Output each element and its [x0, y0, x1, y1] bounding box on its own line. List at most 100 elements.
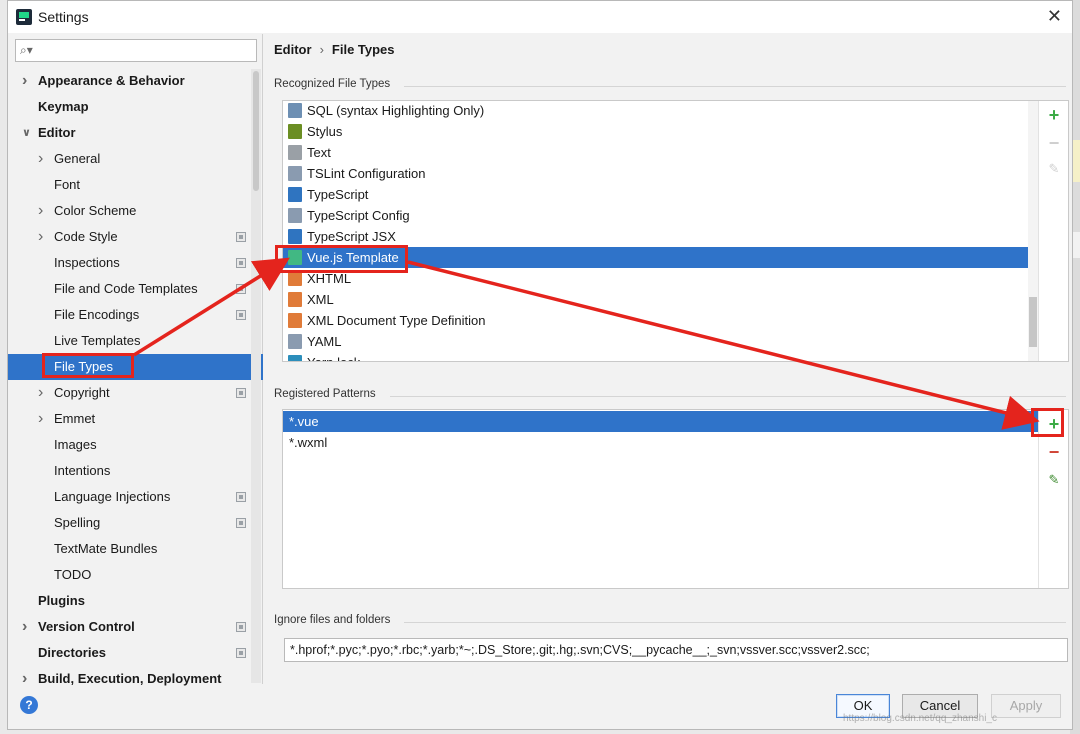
breadcrumb-current: File Types — [331, 42, 395, 57]
stylus-file-icon — [288, 124, 302, 139]
sidebar-item-keymap[interactable]: Keymap — [8, 94, 263, 120]
sidebar-item-images[interactable]: Images — [8, 432, 263, 458]
file-type-label: TypeScript JSX — [307, 229, 396, 244]
sidebar-item-emmet[interactable]: › Emmet — [8, 406, 263, 432]
settings-search-input[interactable]: ⌕▾ — [15, 39, 257, 62]
remove-pattern-icon[interactable]: − — [1046, 443, 1062, 461]
sidebar-item-font[interactable]: Font — [8, 172, 263, 198]
config-file-icon — [288, 166, 302, 181]
settings-dialog: Settings ✕ ⌕▾ › Appearance & Behavior Keym… — [7, 0, 1073, 730]
sidebar-item-spelling[interactable]: Spelling — [8, 510, 263, 536]
sidebar-item-label: Emmet — [54, 411, 96, 426]
file-type-item[interactable]: Yarn.lock — [283, 352, 1039, 361]
sidebar-item-inspections[interactable]: Inspections — [8, 250, 263, 276]
registered-patterns-list[interactable]: *.vue *.wxml + − ✎ — [282, 409, 1069, 589]
file-type-label: TypeScript Config — [307, 208, 410, 223]
sidebar-item-label: Language Injections — [54, 489, 171, 504]
project-scope-icon — [236, 232, 246, 242]
chevron-right-icon[interactable]: › — [22, 68, 27, 94]
file-type-item[interactable]: TSLint Configuration — [283, 163, 1039, 184]
sidebar-item-editor[interactable]: ∨ Editor — [8, 120, 263, 146]
file-type-label: Yarn.lock — [307, 355, 360, 361]
sidebar-item-intentions[interactable]: Intentions — [8, 458, 263, 484]
sidebar-item-label: Spelling — [54, 515, 101, 530]
chevron-right-icon[interactable]: › — [38, 198, 43, 224]
sidebar-item-live-templates[interactable]: Live Templates — [8, 328, 263, 354]
add-file-type-icon[interactable]: + — [1046, 106, 1062, 124]
remove-file-type-icon[interactable]: − — [1046, 134, 1062, 152]
ignore-files-label: Ignore files and folders — [274, 614, 391, 626]
file-type-item[interactable]: SQL (syntax Highlighting Only) — [283, 101, 1039, 121]
sidebar-item-language-injections[interactable]: Language Injections — [8, 484, 263, 510]
file-type-label: Text — [307, 145, 331, 160]
file-type-item[interactable]: TypeScript JSX — [283, 226, 1039, 247]
ignore-files-input[interactable]: *.hprof;*.pyc;*.pyo;*.rbc;*.yarb;*~;.DS_… — [284, 638, 1068, 662]
annotation-box-add-pattern — [1031, 408, 1064, 437]
sidebar-item-label: Copyright — [54, 385, 110, 400]
sidebar-item-file-encodings[interactable]: File Encodings — [8, 302, 263, 328]
sidebar-item-color-scheme[interactable]: › Color Scheme — [8, 198, 263, 224]
chevron-right-icon[interactable]: › — [38, 406, 43, 432]
sidebar-item-todo[interactable]: TODO — [8, 562, 263, 588]
sidebar-item-label: Live Templates — [54, 333, 141, 348]
chevron-right-icon[interactable]: › — [22, 614, 27, 640]
sidebar-item-plugins[interactable]: Plugins — [8, 588, 263, 614]
close-icon[interactable]: ✕ — [1047, 6, 1062, 27]
breadcrumb-parent[interactable]: Editor — [274, 42, 312, 57]
registered-patterns-label: Registered Patterns — [274, 388, 376, 400]
project-scope-icon — [236, 284, 246, 294]
file-type-label: YAML — [307, 334, 342, 349]
sidebar-item-version-control[interactable]: › Version Control — [8, 614, 263, 640]
annotation-box-vue-template — [275, 245, 408, 273]
pattern-label: *.vue — [289, 414, 319, 429]
chevron-right-icon[interactable]: › — [22, 666, 27, 692]
edit-pattern-icon[interactable]: ✎ — [1046, 472, 1062, 488]
apply-button[interactable]: Apply — [991, 694, 1061, 718]
text-file-icon — [288, 145, 302, 160]
sidebar-item-label: File and Code Templates — [54, 281, 198, 296]
recognized-file-types-list[interactable]: SQL (syntax Highlighting Only) Stylus Text… — [282, 100, 1069, 362]
file-type-item[interactable]: XML — [283, 289, 1039, 310]
sidebar-item-general[interactable]: › General — [8, 146, 263, 172]
chevron-right-icon[interactable]: › — [38, 380, 43, 406]
file-type-item[interactable]: YAML — [283, 331, 1039, 352]
file-type-label: XML — [307, 292, 334, 307]
sidebar-item-copyright[interactable]: › Copyright — [8, 380, 263, 406]
sidebar-item-label: TextMate Bundles — [54, 541, 158, 556]
search-icon: ⌕▾ — [20, 43, 33, 57]
separator — [390, 396, 1066, 397]
file-types-scrollbar[interactable] — [1028, 101, 1038, 361]
sidebar-item-label: Font — [54, 177, 81, 192]
breadcrumb: Editor › File Types — [274, 42, 395, 57]
project-scope-icon — [236, 622, 246, 632]
sidebar-item-label: Version Control — [38, 619, 135, 634]
help-icon[interactable]: ? — [20, 696, 38, 714]
pattern-item[interactable]: *.vue — [283, 411, 1039, 432]
file-type-item[interactable]: Text — [283, 142, 1039, 163]
sidebar-item-appearance-behavior[interactable]: › Appearance & Behavior — [8, 68, 263, 94]
project-scope-icon — [236, 310, 246, 320]
file-type-item[interactable]: XML Document Type Definition — [283, 310, 1039, 331]
file-type-label: XHTML — [307, 271, 352, 286]
sidebar-item-build-execution-deployment[interactable]: › Build, Execution, Deployment — [8, 666, 263, 692]
pattern-item[interactable]: *.wxml — [283, 432, 1039, 453]
sidebar-item-directories[interactable]: Directories — [8, 640, 263, 666]
file-type-item[interactable]: TypeScript Config — [283, 205, 1039, 226]
file-type-item[interactable]: Stylus — [283, 121, 1039, 142]
sidebar-item-textmate-bundles[interactable]: TextMate Bundles — [8, 536, 263, 562]
sidebar-scrollbar[interactable] — [251, 69, 261, 683]
sidebar-item-code-style[interactable]: › Code Style — [8, 224, 263, 250]
scrollbar-thumb[interactable] — [1029, 297, 1037, 347]
file-types-panel: Editor › File Types Recognized File Types … — [264, 34, 1072, 684]
file-type-item[interactable]: TypeScript — [283, 184, 1039, 205]
yaml-file-icon — [288, 334, 302, 349]
chevron-right-icon[interactable]: › — [38, 224, 43, 250]
chevron-right-icon[interactable]: › — [38, 146, 43, 172]
sidebar-item-label: Directories — [38, 645, 106, 660]
scrollbar-thumb[interactable] — [253, 71, 259, 191]
sidebar-item-file-and-code-templates[interactable]: File and Code Templates — [8, 276, 263, 302]
tsx-file-icon — [288, 229, 302, 244]
chevron-down-icon[interactable]: ∨ — [22, 120, 31, 146]
yarn-file-icon — [288, 355, 302, 361]
edit-file-type-icon[interactable]: ✎ — [1046, 161, 1062, 177]
